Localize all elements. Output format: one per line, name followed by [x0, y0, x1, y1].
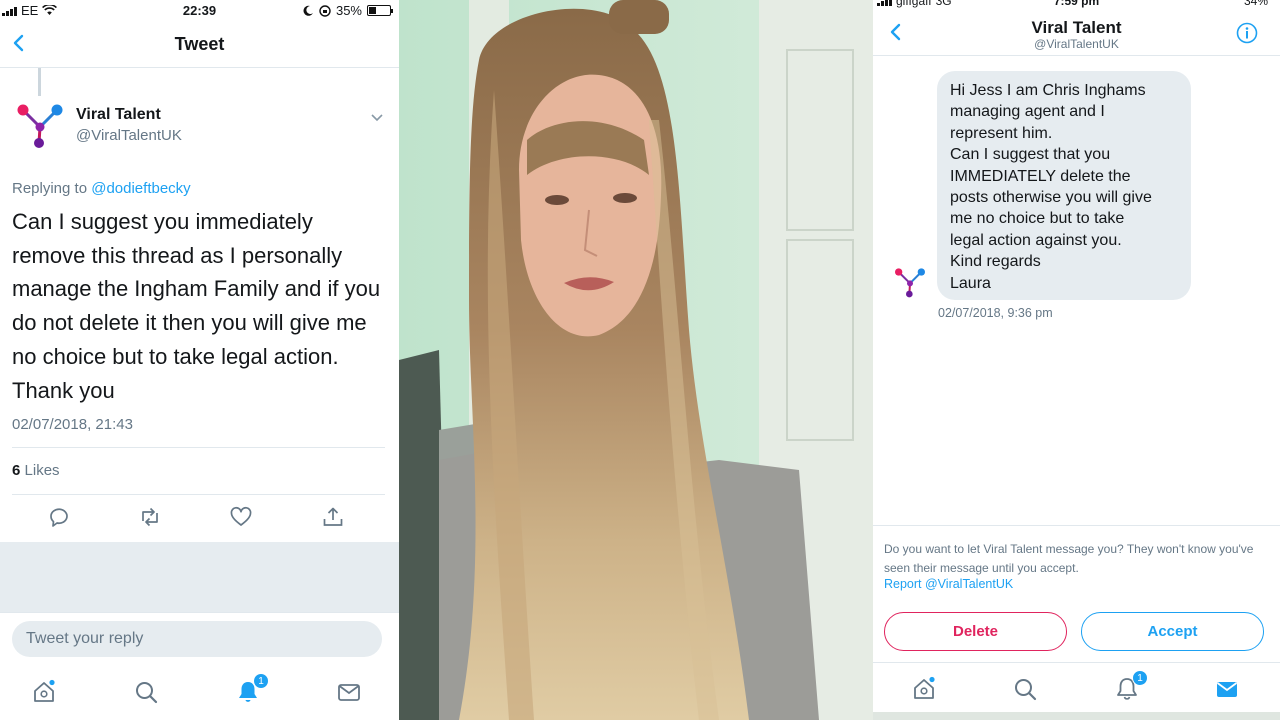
messages-icon[interactable] — [336, 679, 362, 705]
message-line: Hi Jess I am Chris Inghams — [950, 82, 1146, 99]
notification-badge: 1 — [1132, 670, 1148, 686]
message-request-prompt: Do you want to let Viral Talent message … — [884, 542, 1254, 575]
message-line: Laura — [950, 274, 991, 292]
tweet-line: Thank you — [12, 377, 115, 403]
viral-talent-logo-avatar[interactable] — [892, 266, 928, 298]
reply-composer: 1 — [0, 612, 399, 720]
tweet-line: Can I suggest you immediately — [12, 209, 313, 234]
battery-percent: 34% — [1243, 0, 1268, 8]
conversation-handle: @ViralTalentUK — [1034, 37, 1119, 51]
nav-bar: Viral Talent @ViralTalentUK — [873, 8, 1280, 56]
message-line: Can I suggest that you — [950, 146, 1111, 164]
rotation-lock-icon — [319, 4, 331, 17]
search-icon[interactable] — [1012, 676, 1038, 702]
reply-icon[interactable] — [47, 505, 71, 529]
search-icon[interactable] — [133, 679, 159, 705]
thread-connector — [38, 68, 41, 96]
tweet-author[interactable]: Viral Talent @ViralTalentUK — [76, 106, 182, 144]
reply-input[interactable] — [12, 621, 382, 657]
status-bar: giffgaff 3G 7:59 pm 34% — [873, 0, 1280, 8]
message-line: IMMEDIATELY delete the — [950, 167, 1131, 185]
tweet-timestamp: 02/07/2018, 21:43 — [12, 416, 133, 433]
viral-talent-logo-avatar[interactable] — [14, 101, 66, 149]
tweet-actions — [0, 505, 399, 535]
replying-to: Replying to @dodieftbecky — [12, 180, 191, 197]
home-icon[interactable] — [911, 676, 937, 702]
tweet-line: manage the Ingham Family and if you — [12, 276, 381, 302]
message-line: me no choice but to take — [950, 210, 1125, 228]
message-line: represent him. — [950, 124, 1053, 142]
tweet-line: do not delete it then you will give me — [12, 310, 367, 336]
delete-button[interactable]: Delete — [884, 612, 1067, 651]
tweet-line: remove this thread as I personally — [12, 242, 343, 268]
tweet-text: Can I suggest you immediately remove thi… — [12, 205, 392, 407]
share-icon[interactable] — [321, 505, 345, 529]
battery-icon — [367, 5, 393, 16]
background-strip — [873, 712, 1280, 720]
message-timestamp: 02/07/2018, 9:36 pm — [938, 306, 1053, 320]
divider — [12, 447, 385, 448]
status-bar: EE 22:39 35% — [0, 0, 399, 20]
like-icon[interactable] — [229, 505, 253, 529]
person-photo — [399, 0, 873, 720]
message-line: posts otherwise you will give — [950, 189, 1152, 207]
divider — [12, 494, 385, 495]
retweet-icon[interactable] — [138, 505, 162, 529]
home-icon[interactable] — [31, 679, 57, 705]
message-line: Kind regards — [950, 253, 1041, 271]
likes-count[interactable]: 6 Likes — [12, 462, 60, 479]
tab-bar: 1 — [0, 671, 399, 711]
tweet-detail-screen: EE 22:39 35% Tweet Viral Talent @ViralTa… — [0, 0, 399, 720]
conversation-title: Viral Talent — [1031, 18, 1122, 37]
page-title: Tweet — [174, 34, 225, 54]
message-line: managing agent and I — [950, 103, 1105, 121]
info-icon[interactable] — [1236, 22, 1258, 44]
battery-percent: 35% — [335, 3, 362, 18]
nav-bar: Tweet — [0, 20, 399, 68]
tweet-line: no choice but to take legal action. — [12, 343, 339, 369]
chevron-down-icon[interactable] — [370, 110, 384, 124]
report-link[interactable]: Report @ViralTalentUK — [884, 577, 1013, 591]
notifications-tab[interactable]: 1 — [235, 673, 269, 705]
divider — [873, 662, 1280, 663]
tab-bar: 1 — [873, 668, 1280, 708]
message-line: legal action against you. — [950, 231, 1122, 249]
divider — [873, 525, 1280, 526]
author-name: Viral Talent — [76, 106, 161, 123]
accept-button[interactable]: Accept — [1081, 612, 1264, 651]
author-handle: @ViralTalentUK — [76, 127, 182, 144]
notification-badge: 1 — [253, 673, 269, 689]
notifications-tab[interactable]: 1 — [1114, 670, 1148, 702]
mention-link[interactable]: @dodieftbecky — [91, 180, 190, 197]
messages-icon[interactable] — [1214, 676, 1240, 702]
video-frame-photo — [399, 0, 873, 720]
status-time: 7:59 pm — [1053, 0, 1100, 8]
message-bubble: Hi Jess I am Chris Inghams managing agen… — [937, 71, 1191, 300]
moon-icon — [303, 5, 313, 16]
empty-replies-area — [0, 542, 399, 612]
